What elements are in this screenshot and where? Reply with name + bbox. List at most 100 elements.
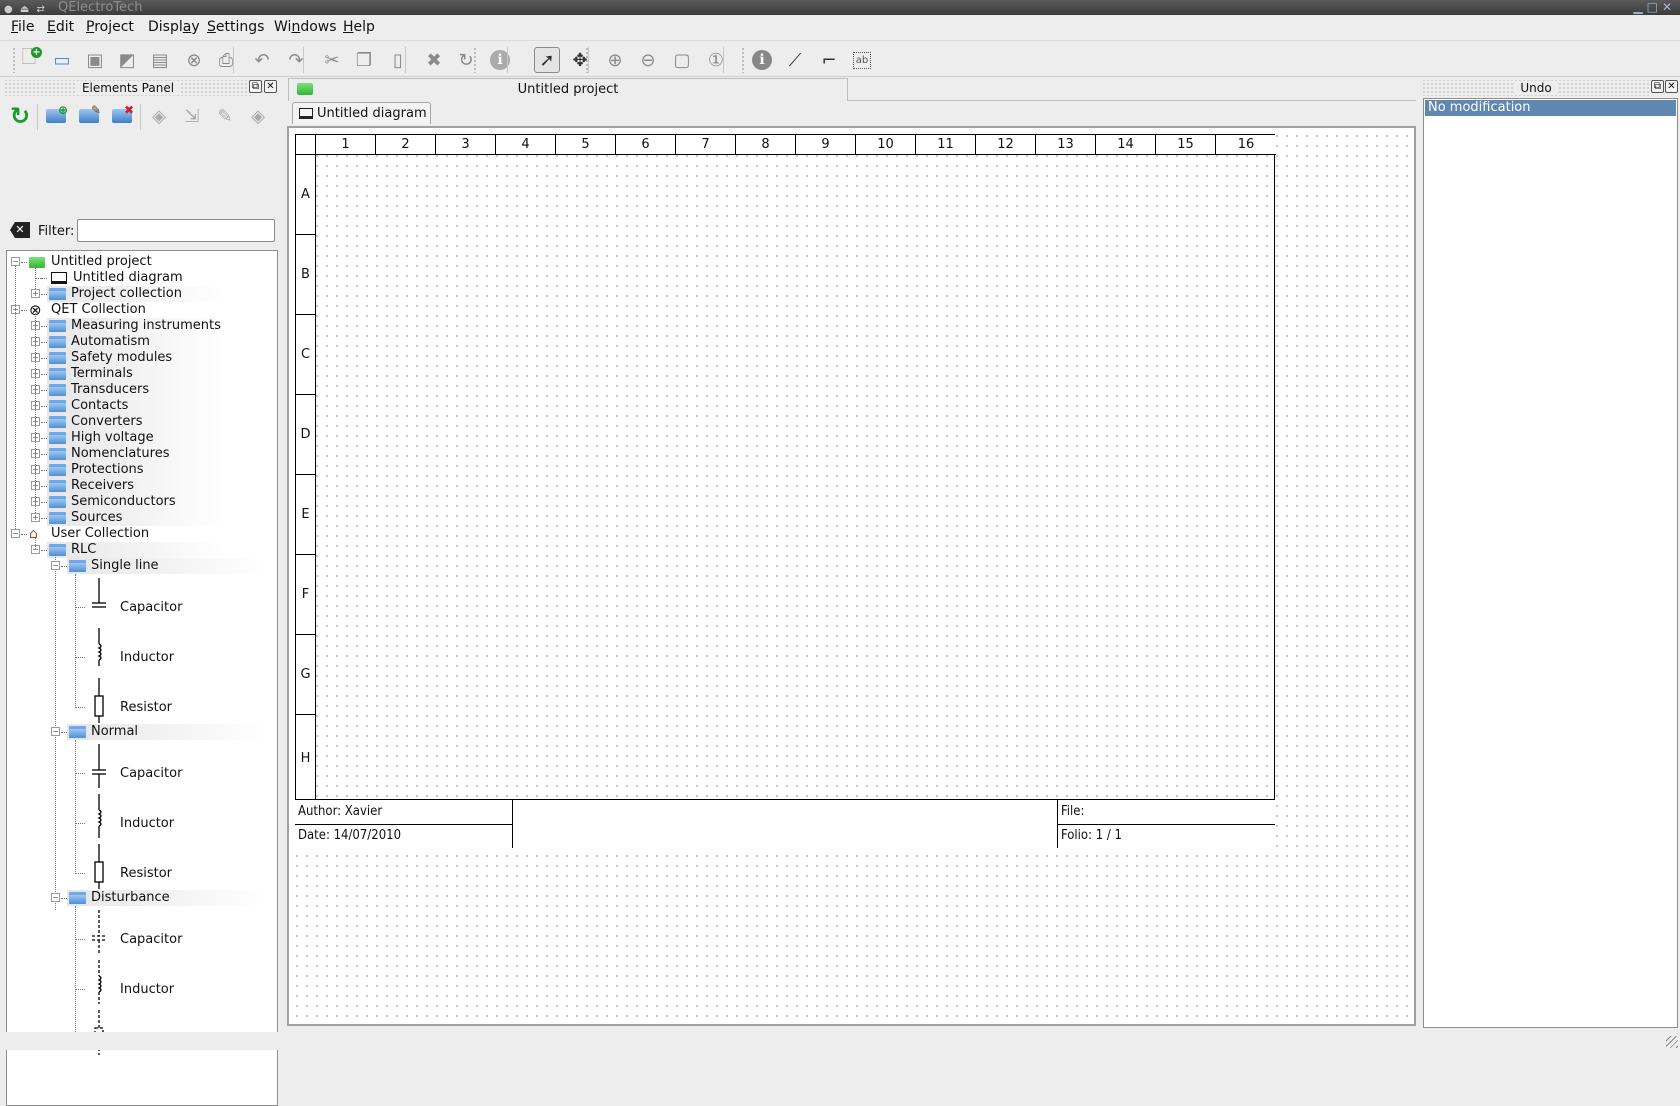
close-dock-icon[interactable]: ✕ (264, 80, 277, 93)
diagram-canvas[interactable]: 1 2 3 4 5 6 7 8 9 10 11 12 13 14 15 16 A B C D E F G H Author: X… (287, 126, 1416, 1026)
close-icon[interactable]: ✕ (1662, 0, 1676, 14)
menu-display[interactable]: Display (148, 19, 200, 35)
properties-button[interactable]: ℹ (487, 47, 513, 73)
save-button[interactable]: ▣ (82, 47, 108, 73)
tree-item[interactable]: − Disturbance (7, 890, 277, 906)
menu-help[interactable]: Help (343, 19, 375, 35)
tree-item[interactable]: + Safety modules (7, 350, 277, 366)
cut-button[interactable]: ✂ (319, 47, 345, 73)
collapse-icon[interactable]: − (51, 561, 60, 570)
toolbar-grip[interactable] (473, 47, 477, 73)
menu-windows[interactable]: Windows (274, 19, 337, 35)
filter-input[interactable] (77, 219, 275, 242)
tree-item[interactable]: − Single line (7, 558, 277, 574)
project-tab[interactable]: Untitled project (288, 78, 848, 101)
print-button[interactable]: ⎙ (213, 47, 239, 73)
tree-item[interactable]: + Automatism (7, 334, 277, 350)
add-text-button[interactable]: ab (849, 47, 875, 73)
undo-panel-title[interactable]: Undo (1422, 80, 1650, 96)
expand-icon[interactable]: + (31, 513, 40, 522)
element-item[interactable]: Resistor (7, 674, 277, 724)
tree-item[interactable]: + High voltage (7, 430, 277, 446)
element-item[interactable]: Capacitor (7, 574, 277, 624)
conductor-shape-button[interactable]: ⌐ (816, 47, 842, 73)
expand-icon[interactable]: + (31, 289, 40, 298)
open-button[interactable]: ▭ (49, 47, 75, 73)
collapse-icon[interactable]: − (51, 727, 60, 736)
element-label: Resistor (120, 700, 172, 715)
paste-button[interactable]: ▯ (385, 47, 411, 73)
zoom-fit-button[interactable]: ▢ (669, 47, 695, 73)
tree-item[interactable]: + Project collection (7, 286, 277, 302)
tree-item[interactable]: − RLC (7, 542, 277, 558)
tree-item[interactable]: + Contacts (7, 398, 277, 414)
tree-item[interactable]: + Transducers (7, 382, 277, 398)
element-item[interactable]: Capacitor (7, 906, 277, 956)
column-header: 9 (796, 135, 856, 155)
toolbar-grip[interactable] (585, 47, 589, 73)
tree-item[interactable]: − ⊗ QET Collection (7, 302, 277, 318)
element-item[interactable]: Inductor (7, 956, 277, 1006)
undo-button[interactable]: ↶ (249, 47, 275, 73)
element-item[interactable]: Inductor (7, 790, 277, 840)
element-item[interactable]: Resistor (7, 840, 277, 890)
menu-file[interactable]: File (11, 19, 34, 35)
collapse-icon[interactable]: − (11, 529, 20, 538)
new-project-button[interactable]: 🗋 + (16, 47, 42, 73)
tree-item[interactable]: + Receivers (7, 478, 277, 494)
resize-grip[interactable] (1666, 1036, 1678, 1048)
element-item[interactable]: Inductor (7, 624, 277, 674)
import-element-button[interactable]: ⇲ (178, 102, 206, 130)
zoom-reset-button[interactable]: ① (703, 47, 729, 73)
tree-item[interactable]: + Protections (7, 462, 277, 478)
selection-mode-button[interactable]: ➚ (534, 47, 560, 73)
tree-item[interactable]: + Semiconductors (7, 494, 277, 510)
menu-edit[interactable]: Edit (47, 19, 74, 35)
zoom-out-button[interactable]: ⊖ (635, 47, 661, 73)
add-conductor-button[interactable]: ⟋ (782, 47, 808, 73)
tree-item[interactable]: + Converters (7, 414, 277, 430)
tree-item[interactable]: + Terminals (7, 366, 277, 382)
menu-project[interactable]: Project (86, 19, 134, 35)
element-item[interactable]: Capacitor (7, 740, 277, 790)
close-dock-icon[interactable]: ✕ (1665, 80, 1678, 93)
tree-item[interactable]: + Measuring instruments (7, 318, 277, 334)
element-plus-icon: ◈ (152, 105, 166, 127)
edit-category-button[interactable]: ▬✎ (75, 102, 103, 130)
edit-element-button[interactable]: ✎ (211, 102, 239, 130)
tree-item[interactable]: − Untitled project (7, 254, 277, 270)
redo-button[interactable]: ↷ (283, 47, 309, 73)
column-header: 2 (376, 135, 436, 155)
reload-button[interactable]: ↻ (6, 102, 34, 130)
maximize-icon[interactable]: □ (1647, 0, 1662, 14)
save-as-button[interactable]: ◩ (114, 47, 140, 73)
new-category-button[interactable]: ▬⊕ (42, 102, 70, 130)
minimize-icon[interactable]: ▁ (1633, 0, 1646, 14)
delete-category-button[interactable]: ▬✖ (108, 102, 136, 130)
save-all-button[interactable]: ▤ (147, 47, 173, 73)
diagram-properties-button[interactable]: ℹ (749, 47, 775, 73)
tree-item-label: Safety modules (71, 350, 173, 365)
tree-item[interactable]: + Nomenclatures (7, 446, 277, 462)
elements-panel-title[interactable]: Elements Panel (4, 80, 252, 96)
folder-icon (49, 352, 66, 364)
new-element-button[interactable]: ◈ (145, 102, 173, 130)
float-dock-icon[interactable]: ⧉ (1651, 80, 1664, 93)
diagram-tab[interactable]: Untitled diagram (292, 102, 431, 124)
delete-element-button[interactable]: ◈ (244, 102, 272, 130)
undo-list-item[interactable]: No modification (1425, 100, 1676, 116)
delete-button[interactable]: ✖ (421, 47, 447, 73)
tree-item[interactable]: + Sources (7, 510, 277, 526)
toolbar-grip[interactable] (741, 47, 745, 73)
menu-settings[interactable]: Settings (207, 19, 264, 35)
close-project-button[interactable]: ⊗ (181, 47, 207, 73)
collapse-icon[interactable]: − (51, 893, 60, 902)
zoom-in-button[interactable]: ⊕ (602, 47, 628, 73)
tree-item[interactable]: − ⌂ User Collection (7, 526, 277, 542)
move-mode-button[interactable]: ✥ (567, 47, 593, 73)
clear-filter-icon[interactable]: ✕ (10, 222, 30, 238)
float-dock-icon[interactable]: ⧉ (249, 80, 262, 93)
tree-item[interactable]: Untitled diagram (7, 270, 277, 286)
copy-button[interactable]: ❐ (351, 47, 377, 73)
tree-item[interactable]: − Normal (7, 724, 277, 740)
